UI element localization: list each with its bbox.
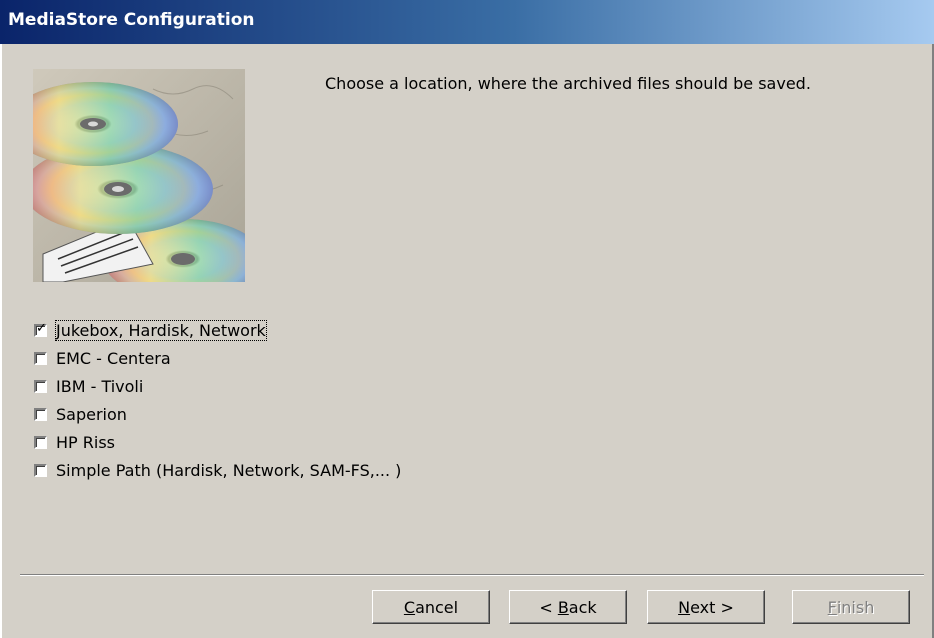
cd-discs-image: [33, 69, 245, 282]
option-ibm-tivoli[interactable]: IBM - Tivoli: [34, 372, 401, 400]
back-label-pre: <: [539, 597, 558, 617]
checkbox-saperion[interactable]: [34, 407, 47, 421]
option-label: IBM - Tivoli: [56, 376, 144, 396]
finish-label-key: F: [827, 597, 837, 617]
option-jukebox[interactable]: ✓ Jukebox, Hardisk, Network: [34, 316, 401, 344]
cancel-label-post: ancel: [415, 597, 459, 617]
storage-location-options: ✓ Jukebox, Hardisk, Network EMC - Center…: [34, 316, 401, 484]
option-label: HP Riss: [56, 432, 115, 452]
back-button[interactable]: < Back: [509, 590, 627, 624]
checkbox-ibm-tivoli[interactable]: [34, 379, 47, 393]
window-title: MediaStore Configuration: [8, 10, 255, 30]
checkbox-simple-path[interactable]: [34, 463, 47, 477]
checkbox-hp-riss[interactable]: [34, 435, 47, 449]
checkbox-emc-centera[interactable]: [34, 351, 47, 365]
option-label: Saperion: [56, 404, 127, 424]
back-label-key: B: [557, 597, 569, 617]
next-label-key: N: [678, 597, 691, 617]
option-hp-riss[interactable]: HP Riss: [34, 428, 401, 456]
cd-discs-illustration: [33, 69, 245, 282]
check-icon: ✓: [36, 320, 47, 336]
window-title-bar[interactable]: MediaStore Configuration: [0, 0, 934, 44]
button-separator: [20, 574, 924, 576]
window-frame-left: [0, 44, 2, 638]
cancel-label-key: C: [403, 597, 416, 617]
finish-button[interactable]: Finish: [792, 590, 910, 624]
next-button[interactable]: Next >: [647, 590, 765, 624]
option-simple-path[interactable]: Simple Path (Hardisk, Network, SAM-FS,..…: [34, 456, 401, 484]
option-label: Jukebox, Hardisk, Network: [55, 319, 267, 341]
next-label-post: ext >: [690, 597, 734, 617]
cancel-button[interactable]: Cancel: [372, 590, 490, 624]
option-emc-centera[interactable]: EMC - Centera: [34, 344, 401, 372]
option-label: Simple Path (Hardisk, Network, SAM-FS,..…: [56, 460, 402, 480]
back-label-post: ack: [568, 597, 597, 617]
finish-label-post: inish: [836, 597, 875, 617]
option-label: EMC - Centera: [56, 348, 171, 368]
checkbox-jukebox[interactable]: ✓: [34, 320, 47, 337]
instruction-text: Choose a location, where the archived fi…: [325, 74, 811, 93]
option-saperion[interactable]: Saperion: [34, 400, 401, 428]
